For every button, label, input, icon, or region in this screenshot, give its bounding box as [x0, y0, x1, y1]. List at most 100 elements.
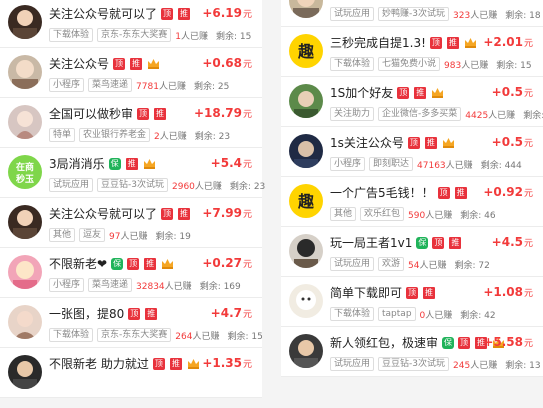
crown-icon: [464, 37, 477, 48]
reward-unit: 元: [523, 239, 533, 249]
task-title-row: 1s关注公众号顶推: [330, 134, 455, 151]
task-title-row: 1S加个好友顶推: [330, 84, 444, 101]
recommend-badge: 推: [448, 235, 463, 250]
task-tag: 企业微信-多多买菜: [378, 107, 462, 121]
task-card[interactable]: 1s关注公众号顶推 +0.5元 小程序 即刻职达 47163人已赚 剩余: 444: [281, 127, 543, 177]
remaining-count: 剩余: 23: [194, 131, 231, 142]
top-badge: 顶: [161, 7, 174, 20]
task-meta: 其他 逗友 97人已赚 剩余: 19: [49, 228, 191, 242]
task-title-row: 不限新老 助力就过顶推: [49, 355, 200, 372]
task-card[interactable]: 玩一局王者1v1 保顶推 +4.5元 试玩应用 欢游 54人已赚 剩余: 72: [281, 227, 543, 277]
reward-amount: +1.08元: [483, 285, 533, 299]
reward-amount: +18.79元: [194, 106, 252, 120]
avatar: [289, 234, 323, 268]
earned-count: 2960人已赚: [172, 179, 222, 192]
svg-text:趣: 趣: [297, 42, 315, 61]
earned-count-suffix: 人已赚: [164, 281, 192, 292]
task-card[interactable]: 关注公众号就可以了顶推 +7.99元 其他 逗友 97人已赚 剩余: 19: [0, 198, 262, 248]
reward-unit: 元: [242, 10, 252, 20]
task-title: 不限新老❤: [49, 257, 108, 271]
reward-value: +0.92: [483, 185, 523, 199]
earned-count-suffix: 人已赚: [192, 331, 220, 342]
task-title: 关注公众号就可以了: [49, 207, 158, 221]
earned-count: 47163人已赚: [417, 158, 473, 171]
recommend-badge: 推: [153, 106, 168, 121]
earned-count-suffix: 人已赚: [470, 10, 498, 21]
task-tag: 下载体验: [330, 307, 375, 321]
earned-count-suffix: 人已赚: [445, 160, 473, 171]
reward-unit: 元: [523, 89, 533, 99]
remaining-count: 剩余: 46: [460, 210, 496, 221]
recommend-badge: 推: [445, 35, 460, 50]
task-title: 玩一局王者1v1: [330, 236, 413, 250]
task-tag: 逗友: [79, 228, 106, 242]
earned-count-suffix: 人已赚: [425, 310, 453, 321]
task-meta: 关注助力企业微信-多多买菜4425人已赚剩余: 24: [330, 107, 543, 121]
reward-value: +0.68: [202, 56, 242, 70]
task-card[interactable]: 不限新老❤ 保顶推 +0.27元 小程序 菜鸟速递 32834人已赚 剩余: 169: [0, 248, 262, 298]
task-meta: 小程序 菜鸟速递 7781人已赚 剩余: 25: [49, 78, 229, 92]
task-title: 新人领红包，极速审: [330, 336, 439, 350]
reward-unit: 元: [523, 339, 533, 349]
task-tag: 其他: [49, 228, 76, 242]
recommend-badge: 推: [143, 256, 158, 271]
avatar: [8, 255, 42, 289]
task-card[interactable]: 不限新老 助力就过顶推 +1.35元: [0, 348, 262, 398]
avatar: [8, 5, 42, 39]
avatar: [8, 205, 42, 239]
task-tag: 试玩应用: [330, 257, 375, 271]
earned-count-number: 32834: [136, 281, 165, 292]
task-title-row: 登陆一下（4元）: [330, 0, 422, 1]
earned-count: 264人已赚: [175, 329, 219, 342]
crown-icon: [147, 58, 160, 69]
recommend-badge: 推: [177, 6, 192, 21]
task-card[interactable]: 关注公众号就可以了顶推 +6.19元 下载体验 京东-东东大奖赛 1人已赚 剩余: 15: [0, 0, 262, 48]
remaining-count: 剩余: 42: [460, 310, 496, 321]
remaining-count: 剩余: 23: [229, 181, 266, 192]
earned-count-number: 97: [109, 231, 121, 242]
reward-value: +1.35: [202, 356, 242, 370]
task-card[interactable]: 登陆一下（4元）+3.6元试玩应用妙鸭赚-3次试玩323人已赚剩余: 18: [281, 0, 543, 27]
earned-count-suffix: 人已赚: [194, 181, 222, 192]
task-card[interactable]: 在商 秒玉 3局消消乐保推 +5.4元 试玩应用 豆豆钻-3次试玩 2960人已赚 剩余: 2…: [0, 148, 266, 198]
task-tag: 即刻职达: [369, 157, 414, 171]
earned-count-number: 2960: [172, 181, 195, 192]
reward-unit: 元: [242, 210, 252, 220]
earned-count-number: 4425: [465, 110, 489, 121]
guarantee-badge: 保: [111, 257, 124, 270]
task-card[interactable]: 趣一个广告5毛钱！！顶推 +0.92元 其他 欢乐红包 590人已赚 剩余: 46: [281, 177, 543, 227]
task-card[interactable]: 简单下载即可顶推 +1.08元 下载体验 taptap 0人已赚 剩余: 42: [281, 277, 543, 327]
task-title: 3局消消乐: [49, 157, 105, 171]
reward-amount: +5.58元: [483, 335, 533, 349]
guarantee-badge: 保: [442, 336, 455, 349]
avatar: [8, 305, 42, 339]
reward-unit: 元: [242, 110, 252, 120]
task-card[interactable]: 1S加个好友顶推 +0.5元关注助力企业微信-多多买菜4425人已赚剩余: 24: [281, 77, 543, 127]
task-card[interactable]: 全国可以做秒审顶推 +18.79元 特单 农业银行养老金 2人已赚 剩余: 23: [0, 98, 262, 148]
avatar: [8, 55, 42, 89]
task-tag: 菜鸟速递: [88, 78, 133, 92]
task-card[interactable]: 关注公众号顶推 +0.68元 小程序 菜鸟速递 7781人已赚 剩余: 25: [0, 48, 262, 98]
task-title: 1s关注公众号: [330, 136, 404, 150]
earned-count: 245人已赚: [453, 358, 497, 371]
reward-amount: +0.92元: [483, 185, 533, 199]
task-card[interactable]: 新人领红包，极速审保顶推 +5.58元 试玩应用 豆豆钻-3次试玩 245人已赚 剩余: …: [281, 327, 543, 377]
task-tag: 小程序: [49, 78, 85, 92]
reward-unit: 元: [242, 310, 252, 320]
task-tag: 京东-东东大奖赛: [97, 28, 172, 42]
task-title: 1S加个好友: [330, 86, 394, 100]
task-meta: 试玩应用 欢游 54人已赚 剩余: 72: [330, 257, 490, 271]
task-tag: 试玩应用: [330, 357, 375, 371]
reward-amount: +7.99元: [202, 206, 252, 220]
crown-icon: [187, 358, 200, 369]
avatar: [289, 0, 323, 18]
reward-value: +0.5: [491, 135, 523, 149]
task-card[interactable]: 一张图，提80 顶推 +4.7元 下载体验 京东-东东大奖赛 264人已赚 剩余: 15: [0, 298, 263, 348]
reward-amount: +0.27元: [202, 256, 252, 270]
task-card[interactable]: 趣三秒完成自提1.3! 顶推 +2.01元 下载体验 七猫免费小说 983人已赚 剩余: 1…: [281, 27, 543, 77]
task-tag: 特单: [49, 128, 76, 142]
top-badge: 顶: [432, 236, 445, 249]
task-list-left: 关注公众号就可以了顶推 +6.19元 下载体验 京东-东东大奖赛 1人已赚 剩余: 15 关…: [0, 0, 266, 398]
avatar: 趣: [289, 34, 323, 68]
task-tag: 下载体验: [49, 328, 94, 342]
